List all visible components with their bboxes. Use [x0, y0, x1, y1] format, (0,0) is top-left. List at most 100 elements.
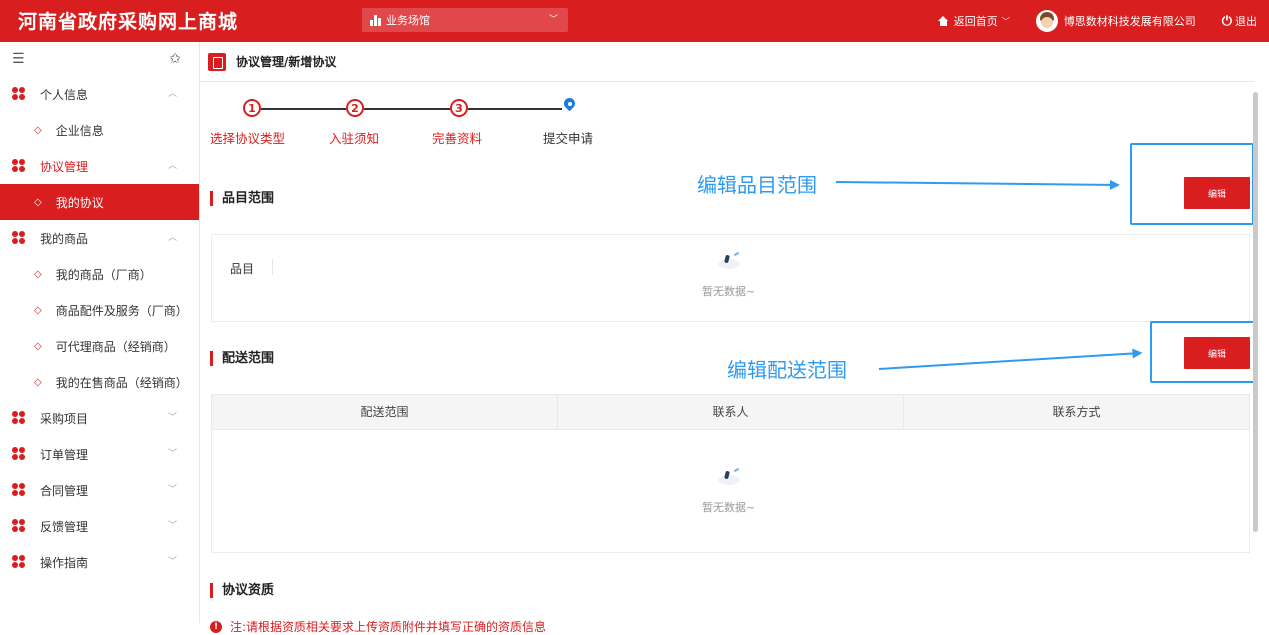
clover-icon — [12, 519, 26, 533]
home-link[interactable]: 返回首页 ﹀ — [937, 13, 1010, 29]
progress-steps: 1 2 3 选择协议类型 入驻须知 完善资料 提交申请 — [210, 97, 630, 147]
step-2-circle: 2 — [346, 99, 364, 117]
chevron-down-icon: ﹀ — [167, 485, 177, 495]
diamond-icon: ◇ — [34, 124, 42, 136]
category-field-label: 品目 — [230, 262, 255, 276]
category-section-title: 品目范围 — [210, 191, 274, 206]
chevron-down-icon: ﹀ — [548, 15, 558, 25]
sidebar-group[interactable]: 我的商品 ︿ — [0, 220, 199, 256]
main-content: 协议管理/新增协议 1 2 3 选择协议类型 入驻须知 完善资料 提交申请 品目… — [200, 42, 1260, 634]
home-link-label: 返回首页 — [953, 15, 998, 28]
sidebar-group-label: 协议管理 — [40, 159, 89, 174]
sidebar-item-label: 我的商品（厂商） — [55, 267, 152, 282]
avatar[interactable] — [1035, 10, 1058, 32]
sidebar-item-label: 商品配件及服务（厂商） — [55, 303, 188, 318]
top-bar: 河南省政府采购网上商城 业务场馆 ﹀ 返回首页 ﹀ 博思数材科技发展有限公司 ⏻… — [0, 0, 1269, 42]
sidebar-item-label: 我的协议 — [55, 195, 104, 210]
chevron-down-icon: ﹀ — [167, 449, 177, 459]
sidebar-group[interactable]: 协议管理 ︿ — [0, 148, 199, 184]
empty-data-icon — [712, 465, 746, 489]
divider — [272, 259, 273, 275]
sidebar-item[interactable]: ◇ 企业信息 — [0, 112, 199, 148]
menu-collapse-icon[interactable]: ☰ — [12, 51, 25, 67]
sidebar-group[interactable]: 合同管理 ﹀ — [0, 472, 199, 508]
qualification-section-title: 协议资质 — [210, 583, 274, 598]
sidebar-group-label: 订单管理 — [40, 447, 89, 462]
sidebar-group[interactable]: 反馈管理 ﹀ — [0, 508, 199, 544]
annotation-arrow — [878, 352, 1141, 370]
sidebar-item[interactable]: ◇ 可代理商品（经销商） — [0, 328, 199, 364]
sidebar-group[interactable]: 采购项目 ﹀ — [0, 400, 199, 436]
sidebar-item[interactable]: ◇ 我的在售商品（经销商） — [0, 364, 199, 400]
edit-delivery-button[interactable]: 编辑 — [1184, 337, 1250, 369]
delivery-section-title: 配送范围 — [210, 351, 274, 366]
step-3-circle: 3 — [450, 99, 468, 117]
empty-text: 暂无数据~ — [702, 285, 756, 298]
step-connector — [364, 108, 450, 110]
sidebar-item-label: 可代理商品（经销商） — [55, 339, 176, 354]
clover-icon — [12, 447, 26, 461]
warning-icon: ! — [210, 620, 222, 633]
annotation-arrow — [835, 181, 1118, 186]
company-name[interactable]: 博思数材科技发展有限公司 — [1064, 13, 1196, 29]
diamond-icon: ◇ — [34, 376, 42, 388]
sidebar-item[interactable]: ◇ 我的协议 — [0, 184, 199, 220]
qualification-warning: ! 注:请根据资质相关要求上传资质附件并填写正确的资质信息 — [210, 618, 546, 635]
chevron-down-icon: ﹀ — [167, 521, 177, 531]
empty-state: 暂无数据~ — [702, 465, 755, 515]
sidebar-item[interactable]: ◇ 我的商品（厂商） — [0, 256, 199, 292]
clover-icon — [12, 231, 26, 245]
diamond-icon: ◇ — [34, 304, 42, 316]
clover-icon — [12, 483, 26, 497]
edit-category-button[interactable]: 编辑 — [1184, 177, 1250, 209]
power-icon: ⏻ — [1221, 13, 1232, 29]
empty-state: 暂无数据~ — [702, 249, 755, 299]
sidebar-item-label: 我的在售商品（经销商） — [55, 375, 188, 390]
sidebar-item[interactable]: ◇ 商品配件及服务（厂商） — [0, 292, 199, 328]
pin-icon[interactable]: ✩ — [169, 51, 181, 67]
annotation-edit-category: 编辑品目范围 — [697, 173, 817, 197]
diamond-icon: ◇ — [34, 196, 42, 208]
step-3-label: 完善资料 — [432, 131, 483, 146]
diamond-icon: ◇ — [34, 268, 42, 280]
site-title: 河南省政府采购网上商城 — [18, 11, 239, 33]
chevron-down-icon: ﹀ — [167, 557, 177, 567]
column-header: 联系方式 — [1052, 405, 1101, 419]
clover-icon — [12, 411, 26, 425]
clover-icon — [12, 159, 26, 173]
column-header: 联系人 — [558, 395, 904, 429]
sidebar-group-label: 操作指南 — [40, 555, 89, 570]
sidebar-group[interactable]: 个人信息 ︿ — [0, 76, 199, 112]
step-2-label: 入驻须知 — [329, 131, 380, 146]
step-4-label: 提交申请 — [543, 131, 594, 146]
step-connector — [261, 108, 346, 110]
chevron-down-icon: ﹀ — [1001, 16, 1010, 26]
step-connector — [468, 108, 562, 110]
logout-label: 退出 — [1235, 15, 1257, 28]
venue-select-label: 业务场馆 — [386, 14, 430, 27]
chart-icon — [370, 14, 382, 26]
column-header: 配送范围 — [212, 395, 558, 429]
delivery-table-header: 配送范围 联系人 联系方式 — [211, 394, 1250, 430]
sidebar-group-label: 采购项目 — [40, 411, 89, 426]
sidebar-group-label: 反馈管理 — [40, 519, 89, 534]
step-1-circle: 1 — [243, 99, 261, 117]
sidebar-group-label: 合同管理 — [40, 483, 89, 498]
sidebar: ☰ ✩ 个人信息 ︿ ◇ 企业信息 协议管理 ︿ ◇ 我的协议 我的商品 ︿ ◇ 我的商品（厂商） ◇ 商… — [0, 42, 200, 623]
clover-icon — [12, 555, 26, 569]
step-1-label: 选择协议类型 — [210, 131, 286, 146]
sidebar-group[interactable]: 订单管理 ﹀ — [0, 436, 199, 472]
sidebar-group-label: 我的商品 — [40, 231, 89, 246]
annotation-edit-delivery: 编辑配送范围 — [727, 358, 847, 382]
category-panel: 品目 暂无数据~ — [211, 234, 1250, 322]
chevron-up-icon: ︿ — [167, 161, 177, 171]
document-icon — [208, 52, 226, 71]
breadcrumb: 协议管理/新增协议 — [236, 55, 337, 69]
sidebar-group-label: 个人信息 — [40, 87, 89, 102]
diamond-icon: ◇ — [34, 340, 42, 352]
scrollbar[interactable] — [1253, 92, 1258, 532]
location-pin-icon — [562, 97, 578, 117]
logout-button[interactable]: ⏻ 退出 — [1222, 13, 1257, 29]
sidebar-group[interactable]: 操作指南 ﹀ — [0, 544, 199, 580]
venue-select[interactable]: 业务场馆 ﹀ — [362, 8, 568, 32]
